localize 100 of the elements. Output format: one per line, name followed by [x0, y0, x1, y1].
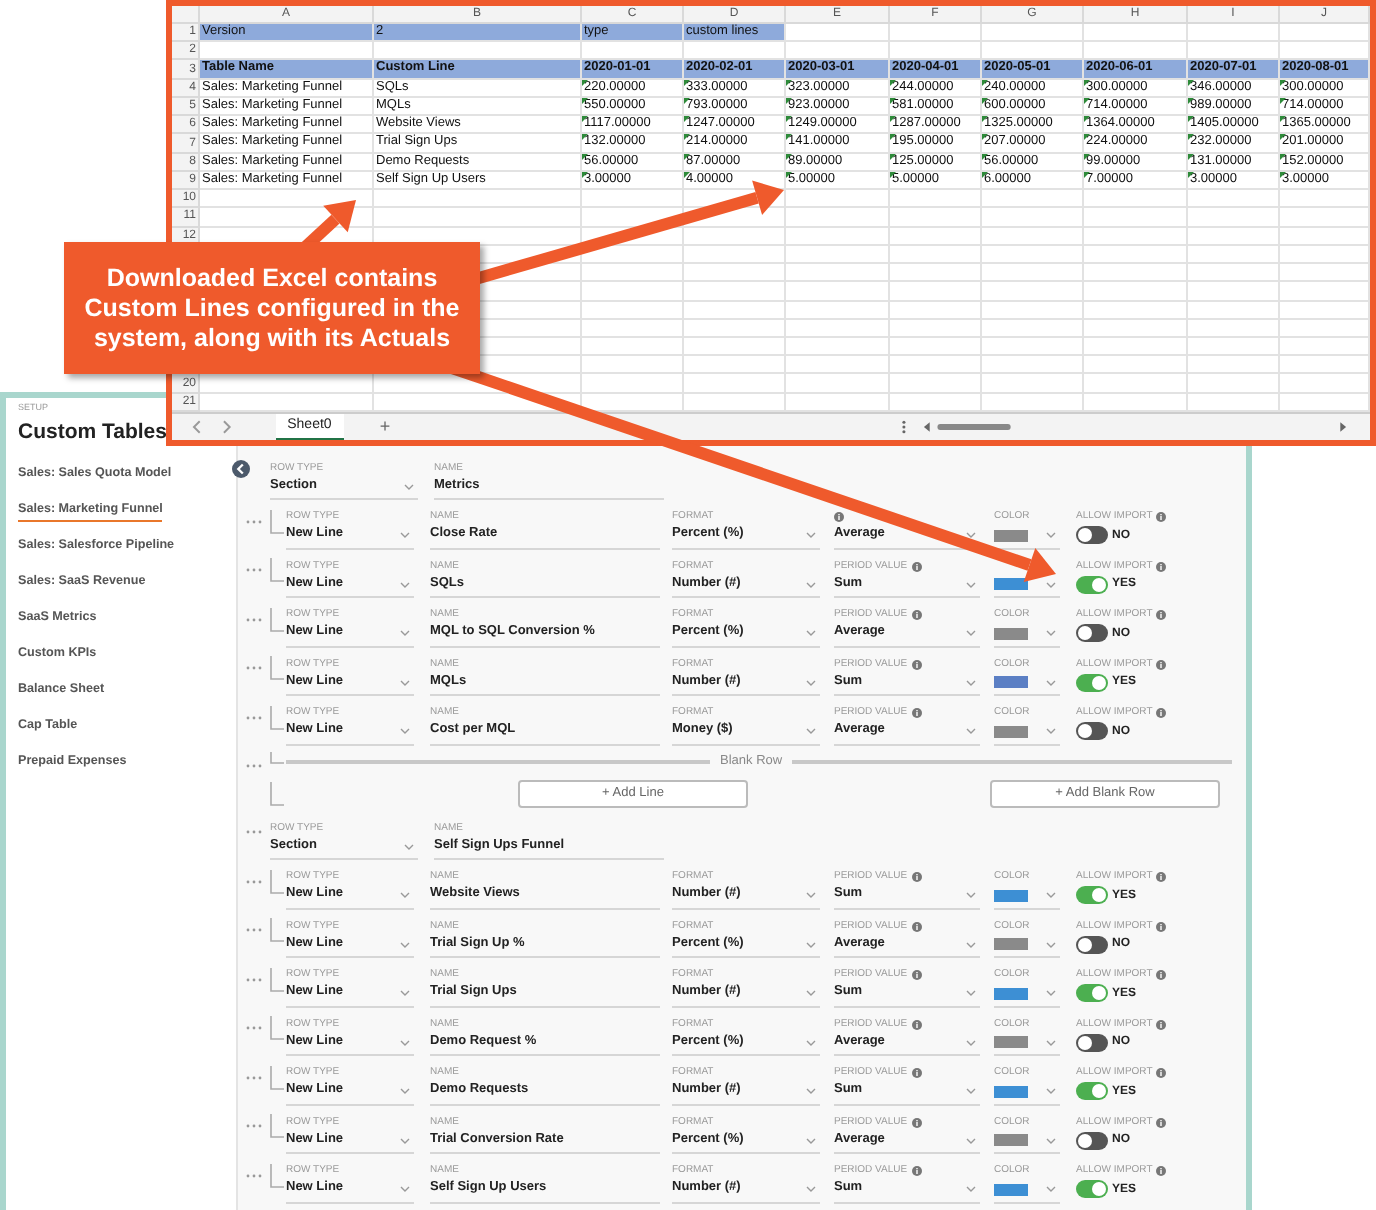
toggle-switch[interactable]	[1076, 984, 1108, 1002]
warning-corner-icon	[890, 97, 896, 104]
info-icon	[911, 872, 922, 882]
tree-connector	[270, 1163, 284, 1187]
drag-handle-icon[interactable]	[246, 617, 262, 621]
chevron-left-icon[interactable]	[192, 420, 202, 434]
caret-icon	[966, 1137, 976, 1143]
drag-handle-icon[interactable]	[246, 1173, 262, 1177]
drag-handle-icon[interactable]	[246, 928, 262, 932]
toggle-switch[interactable]	[1076, 624, 1108, 642]
drag-handle-icon[interactable]	[246, 1124, 262, 1128]
sheet-cell	[1084, 356, 1188, 375]
sheet-cell	[786, 264, 890, 283]
warning-corner-icon	[582, 171, 588, 178]
sheet-cell	[582, 356, 684, 375]
toggle-switch[interactable]	[1076, 1033, 1108, 1051]
toggle-switch[interactable]	[1076, 673, 1108, 691]
warning-corner-icon	[1280, 79, 1286, 86]
toggle-switch[interactable]	[1076, 722, 1108, 740]
sheet-cell	[684, 282, 786, 302]
sheet-cell	[982, 190, 1084, 209]
sheet-cell	[786, 24, 890, 43]
toggle-switch[interactable]	[1076, 575, 1108, 593]
caret-icon	[966, 581, 976, 587]
caret-icon	[400, 892, 410, 898]
sheet-cell	[890, 190, 982, 209]
caret-icon	[966, 630, 976, 636]
drag-handle-icon[interactable]	[246, 1026, 262, 1030]
sheet-cell	[582, 374, 684, 394]
sheet-cell	[1188, 190, 1280, 209]
callout-text: Downloaded Excel contains Custom Lines configured in the system, along with its Actuals	[82, 263, 462, 353]
warning-corner-icon	[582, 116, 588, 123]
info-icon	[1156, 1166, 1167, 1176]
toggle-switch[interactable]	[1076, 1180, 1108, 1198]
toggle-switch[interactable]	[1076, 526, 1108, 544]
drag-handle-icon[interactable]	[246, 764, 262, 768]
warning-corner-icon	[890, 116, 896, 123]
sheet-cell	[1084, 208, 1188, 228]
sheet-cell	[582, 264, 684, 283]
drag-handle-icon[interactable]	[246, 977, 262, 981]
caret-icon	[1046, 1137, 1056, 1143]
info-icon	[911, 1068, 922, 1078]
drag-handle-icon[interactable]	[246, 666, 262, 670]
horizontal-scrollbar[interactable]	[922, 420, 1350, 434]
info-icon	[911, 610, 922, 620]
warning-corner-icon	[1084, 116, 1090, 123]
toggle-switch[interactable]	[1076, 935, 1108, 953]
caret-icon	[400, 941, 410, 947]
sheet-cell	[684, 356, 786, 375]
chevron-right-icon[interactable]	[221, 420, 232, 434]
warning-corner-icon	[1084, 153, 1090, 160]
warning-corner-icon	[684, 116, 690, 123]
tree-connector	[270, 918, 284, 942]
drag-handle-icon[interactable]	[246, 1075, 262, 1079]
caret-icon	[400, 532, 410, 538]
sheet-cell	[1280, 356, 1370, 375]
caret-icon	[404, 843, 414, 849]
caret-icon	[400, 1186, 410, 1192]
drag-handle-icon[interactable]	[246, 568, 262, 572]
toggle-switch[interactable]	[1076, 1131, 1108, 1149]
tree-connector	[270, 509, 284, 533]
caret-icon	[400, 630, 410, 636]
toggle-switch[interactable]	[1076, 886, 1108, 904]
warning-corner-icon	[1280, 134, 1286, 141]
sheet-cell	[1280, 42, 1370, 61]
caret-icon	[404, 483, 414, 489]
sheet-cell	[890, 42, 982, 61]
caret-icon	[806, 1186, 816, 1192]
warning-corner-icon	[582, 134, 588, 141]
sheet-cell	[1188, 42, 1280, 61]
tree-connector	[270, 1065, 284, 1089]
info-icon	[1156, 708, 1167, 718]
warning-corner-icon	[684, 171, 690, 178]
sheet-cell	[1280, 374, 1370, 394]
sheet-cell	[786, 42, 890, 61]
collapse-icon[interactable]	[232, 460, 250, 478]
add-sheet-button[interactable]: +	[379, 418, 391, 436]
caret-icon	[400, 1039, 410, 1045]
drag-handle-icon[interactable]	[246, 879, 262, 883]
sheet-cell	[982, 282, 1084, 302]
info-icon	[1156, 970, 1167, 980]
sheet-cell	[1188, 264, 1280, 283]
toggle-switch[interactable]	[1076, 1082, 1108, 1100]
sheet-cell	[1280, 208, 1370, 228]
warning-corner-icon	[890, 134, 896, 141]
caret-icon	[1046, 532, 1056, 538]
sheet-cell	[982, 208, 1084, 228]
sheet-cell	[890, 374, 982, 394]
sheet-cell	[786, 356, 890, 375]
warning-corner-icon	[684, 97, 690, 104]
warning-corner-icon	[786, 171, 792, 178]
caret-icon	[1046, 728, 1056, 734]
caret-icon	[966, 728, 976, 734]
drag-handle-icon[interactable]	[246, 519, 262, 523]
caret-icon	[400, 1088, 410, 1094]
sheet-cell	[684, 374, 786, 394]
drag-handle-icon[interactable]	[246, 830, 262, 834]
warning-corner-icon	[982, 116, 988, 123]
warning-corner-icon	[582, 153, 588, 160]
drag-handle-icon[interactable]	[246, 715, 262, 719]
